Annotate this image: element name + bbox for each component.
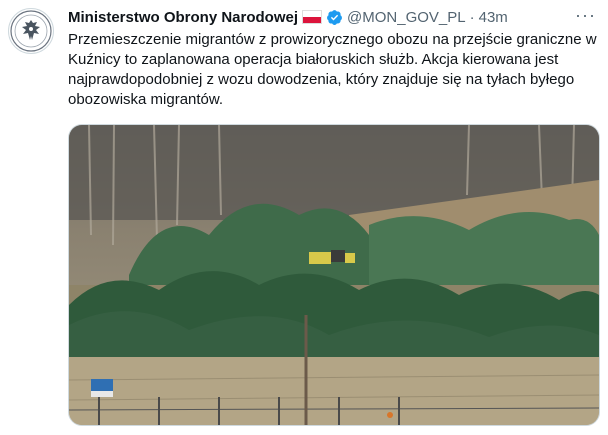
avatar[interactable] — [8, 8, 54, 54]
verified-badge-icon — [327, 9, 342, 25]
eagle-emblem-icon — [10, 10, 52, 52]
separator-dot: · — [469, 8, 475, 26]
tweet-header: Ministerstwo Obrony Narodowej @MON_GOV_P… — [68, 6, 596, 28]
tweet-photo[interactable] — [68, 124, 600, 426]
author-name[interactable]: Ministerstwo Obrony Narodowej — [68, 9, 298, 26]
forest-photo-image — [69, 125, 599, 425]
more-horizontal-icon[interactable]: ··· — [575, 6, 596, 24]
poland-flag-icon — [302, 10, 323, 24]
tweet-text: Przemieszczenie migrantów z prowizoryczn… — [68, 31, 597, 108]
timestamp[interactable]: 43m — [479, 9, 508, 26]
tweet[interactable]: Ministerstwo Obrony Narodowej @MON_GOV_P… — [0, 0, 608, 435]
author-handle[interactable]: @MON_GOV_PL — [347, 9, 466, 26]
